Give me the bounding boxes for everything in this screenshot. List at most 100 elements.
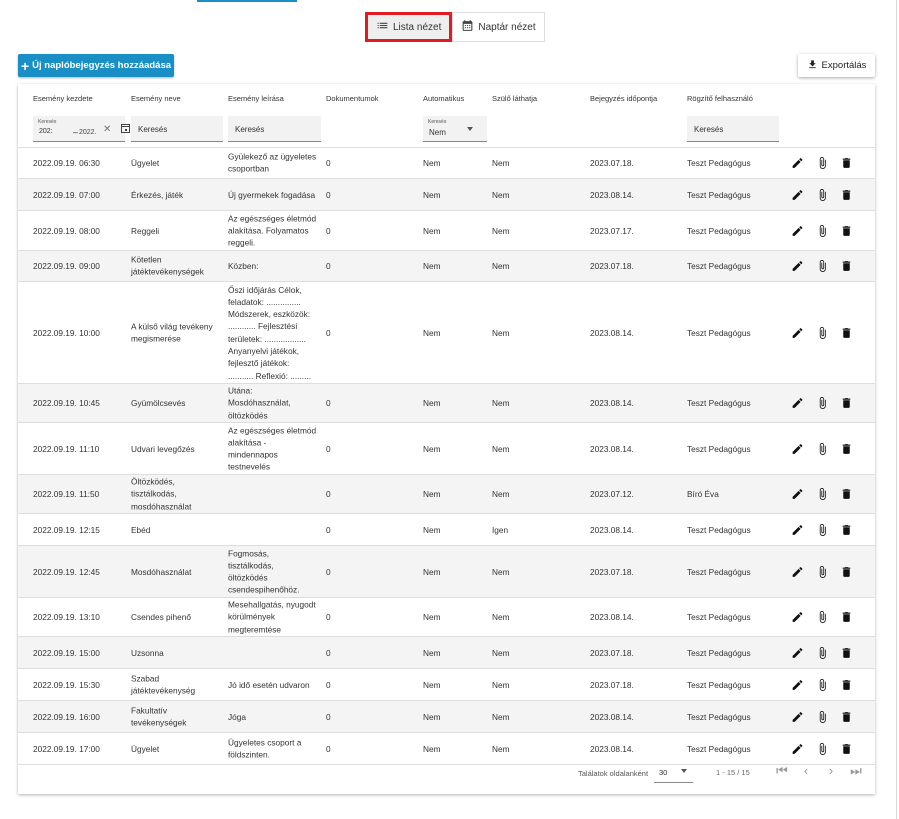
attachment-icon[interactable] bbox=[816, 646, 829, 659]
delete-icon[interactable] bbox=[840, 611, 853, 624]
attachment-icon[interactable] bbox=[816, 565, 829, 578]
attachment-icon[interactable] bbox=[816, 326, 829, 339]
edit-icon[interactable] bbox=[791, 326, 804, 339]
table-row[interactable]: 2022.09.19. 15:30 Szabad játéktevékenység J… bbox=[18, 669, 875, 701]
header-parent-visible[interactable]: Szülő láthatja bbox=[492, 94, 537, 103]
delete-icon[interactable] bbox=[840, 646, 853, 659]
view-toggle: Lista nézet Naptár nézet bbox=[365, 12, 545, 42]
edit-icon[interactable] bbox=[791, 710, 804, 723]
attachment-icon[interactable] bbox=[816, 224, 829, 237]
edit-icon[interactable] bbox=[791, 442, 804, 455]
date-to-value[interactable]: 2022. bbox=[79, 129, 97, 136]
table-row[interactable]: 2022.09.19. 12:45 Mosdóhasználat Fogmosás,… bbox=[18, 546, 875, 598]
export-button[interactable]: Exportálás bbox=[798, 54, 875, 77]
list-icon bbox=[376, 19, 389, 35]
table-row[interactable]: 2022.09.19. 09:00 Kötetlen játéktevékenysé… bbox=[18, 251, 875, 282]
header-event-start[interactable]: Esemény kezdete bbox=[33, 94, 93, 103]
edit-icon[interactable] bbox=[791, 523, 804, 536]
next-page-icon[interactable]: › bbox=[824, 764, 838, 778]
automatic-filter-select[interactable]: Keresés Nem bbox=[423, 116, 487, 142]
edit-icon[interactable] bbox=[791, 678, 804, 691]
recorded-at-cell: 2023.07.12. bbox=[590, 488, 634, 499]
automatic-cell: Nem bbox=[423, 397, 441, 408]
attachment-icon[interactable] bbox=[816, 442, 829, 455]
add-log-entry-button[interactable]: + Új naplóbejegyzés hozzáadása bbox=[18, 54, 174, 77]
edit-icon[interactable] bbox=[791, 260, 804, 273]
table-row[interactable]: 2022.09.19. 16:00 Fakultatív tevékenységek… bbox=[18, 701, 875, 733]
attachment-icon[interactable] bbox=[816, 710, 829, 723]
edit-icon[interactable] bbox=[791, 611, 804, 624]
table-row[interactable]: 2022.09.19. 10:00 A külső világ tevékeny m… bbox=[18, 282, 875, 384]
edit-icon[interactable] bbox=[791, 397, 804, 410]
parent-visible-cell: Nem bbox=[492, 611, 510, 622]
recorded-by-cell: Teszt Pedagógus bbox=[687, 225, 751, 236]
recorded-by-cell: Teszt Pedagógus bbox=[687, 566, 751, 577]
date-from-value[interactable]: 202: bbox=[39, 128, 53, 135]
delete-icon[interactable] bbox=[840, 488, 853, 501]
list-view-button[interactable]: Lista nézet bbox=[365, 12, 453, 42]
table-row[interactable]: 2022.09.19. 13:10 Csendes pihenő Mesehallg… bbox=[18, 598, 875, 637]
attachment-icon[interactable] bbox=[816, 523, 829, 536]
previous-page-icon[interactable]: ‹ bbox=[799, 764, 813, 778]
first-page-icon[interactable]: ⏮ bbox=[775, 764, 789, 778]
edit-icon[interactable] bbox=[791, 157, 804, 170]
attachment-icon[interactable] bbox=[816, 678, 829, 691]
attachment-icon[interactable] bbox=[816, 157, 829, 170]
rows-per-page-select[interactable]: 30 bbox=[654, 762, 693, 783]
table-row[interactable]: 2022.09.19. 06:30 Ügyelet Gyülekező az ügy… bbox=[18, 148, 875, 179]
delete-icon[interactable] bbox=[840, 710, 853, 723]
user-search-input[interactable]: Keresés bbox=[687, 116, 779, 142]
attachment-icon[interactable] bbox=[816, 397, 829, 410]
edit-icon[interactable] bbox=[791, 565, 804, 578]
delete-icon[interactable] bbox=[840, 523, 853, 536]
edit-icon[interactable] bbox=[791, 224, 804, 237]
delete-icon[interactable] bbox=[840, 678, 853, 691]
calendar-picker-icon[interactable] bbox=[121, 124, 130, 133]
delete-icon[interactable] bbox=[840, 565, 853, 578]
edit-icon[interactable] bbox=[791, 188, 804, 201]
date-range-filter[interactable]: Keresés 202: – 2022. ✕ bbox=[33, 116, 130, 142]
table-row[interactable]: 2022.09.19. 10:45 Gyümölcsevés Utána: Mosdó… bbox=[18, 384, 875, 423]
automatic-filter-value: Nem bbox=[429, 128, 446, 137]
event-description-cell: Közben: bbox=[228, 260, 324, 272]
table-row[interactable]: 2022.09.19. 12:15 Ebéd 0 Nem Igen 2023.08.14.… bbox=[18, 514, 875, 546]
attachment-icon[interactable] bbox=[816, 488, 829, 501]
recorded-by-cell: Teszt Pedagógus bbox=[687, 679, 751, 690]
event-start-cell: 2022.09.19. 12:15 bbox=[33, 524, 100, 535]
delete-icon[interactable] bbox=[840, 188, 853, 201]
event-description-cell: Jó idő esetén udvaron bbox=[228, 678, 324, 690]
delete-icon[interactable] bbox=[840, 157, 853, 170]
table-row[interactable]: 2022.09.19. 15:00 Uzsonna 0 Nem Nem 2023.07.1… bbox=[18, 637, 875, 669]
attachment-icon[interactable] bbox=[816, 188, 829, 201]
description-search-input[interactable]: Keresés bbox=[228, 116, 321, 142]
delete-icon[interactable] bbox=[840, 260, 853, 273]
attachment-icon[interactable] bbox=[816, 611, 829, 624]
last-page-icon[interactable]: ⏭ bbox=[849, 764, 863, 778]
header-recorded-by[interactable]: Rögzítő felhasználó bbox=[687, 94, 753, 103]
documents-cell: 0 bbox=[326, 488, 331, 499]
edit-icon[interactable] bbox=[791, 488, 804, 501]
event-name-line: játéktevékenységek bbox=[131, 267, 204, 277]
header-event-description[interactable]: Esemény leírása bbox=[228, 94, 284, 103]
header-automatic[interactable]: Automatikus bbox=[423, 94, 464, 103]
list-view-label: Lista nézet bbox=[393, 21, 442, 33]
table-row[interactable]: 2022.09.19. 08:00 Reggeli Az egészséges él… bbox=[18, 211, 875, 251]
name-search-input[interactable]: Keresés bbox=[131, 116, 223, 142]
header-event-name[interactable]: Esemény neve bbox=[131, 94, 181, 103]
delete-icon[interactable] bbox=[840, 397, 853, 410]
table-row[interactable]: 2022.09.19. 07:00 Érkezés, játék Új gyerme… bbox=[18, 179, 875, 211]
delete-icon[interactable] bbox=[840, 326, 853, 339]
header-documents[interactable]: Dokumentumok bbox=[326, 94, 379, 103]
delete-icon[interactable] bbox=[840, 442, 853, 455]
delete-icon[interactable] bbox=[840, 224, 853, 237]
table-row[interactable]: 2022.09.19. 11:10 Udvari levegőzés Az egés… bbox=[18, 423, 875, 475]
table-row[interactable]: 2022.09.19. 11:50 Öltözködés, tisztálkodás… bbox=[18, 475, 875, 514]
description-search-placeholder: Keresés bbox=[235, 125, 265, 134]
event-name-cell: Uzsonna bbox=[131, 646, 226, 658]
calendar-view-button[interactable]: Naptár nézet bbox=[452, 12, 545, 42]
attachment-icon[interactable] bbox=[816, 260, 829, 273]
edit-icon[interactable] bbox=[791, 646, 804, 659]
clear-icon[interactable]: ✕ bbox=[103, 124, 111, 135]
rows-per-page-value: 30 bbox=[659, 768, 668, 777]
header-recorded-at[interactable]: Bejegyzés időpontja bbox=[590, 94, 657, 103]
